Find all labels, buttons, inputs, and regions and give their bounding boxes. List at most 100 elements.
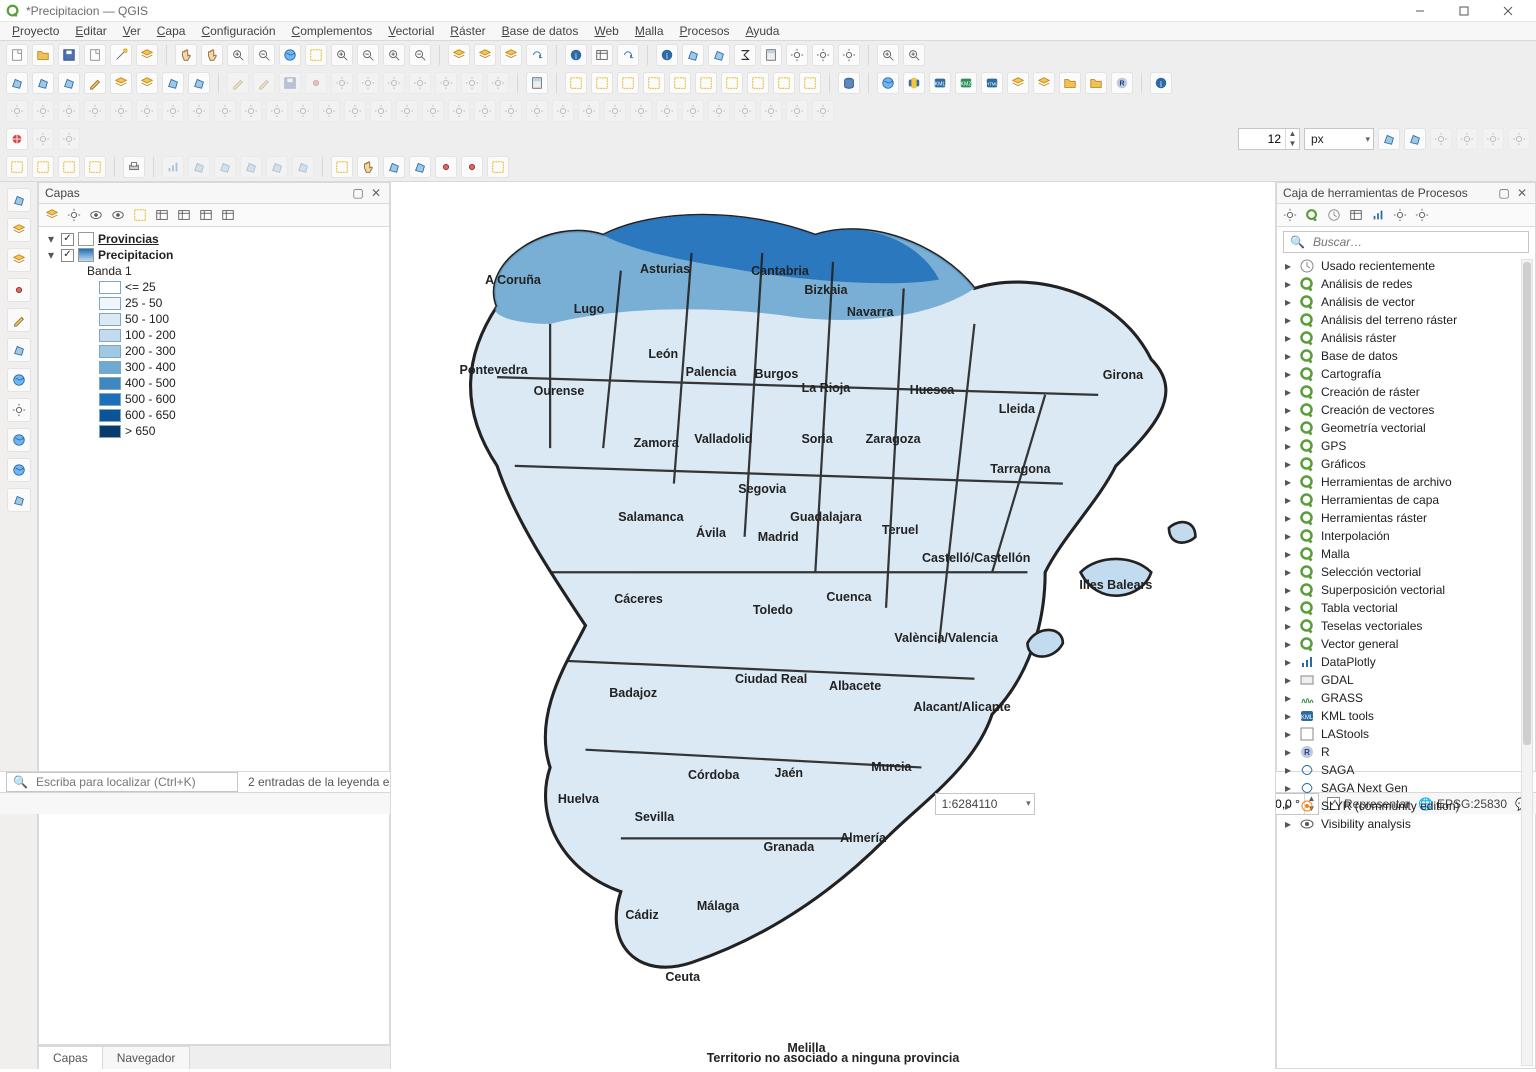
tb2-label-3[interactable] [643, 72, 665, 94]
tb2-data-0[interactable] [6, 72, 28, 94]
tb2-label-7[interactable] [747, 72, 769, 94]
processing-item-malla[interactable]: ▸Malla [1281, 545, 1535, 563]
tb5-print[interactable] [123, 156, 145, 178]
processing-panel-header[interactable]: Caja de herramientas de Procesos ▢ ✕ [1277, 183, 1535, 204]
menu-proyecto[interactable]: Proyecto [4, 22, 67, 40]
tb1-nav-2[interactable] [227, 44, 249, 66]
processing-item-creaci-n-de-vectores[interactable]: ▸Creación de vectores [1281, 401, 1535, 419]
tb1-meas-3[interactable] [734, 44, 756, 66]
expand-icon[interactable]: ▸ [1283, 709, 1293, 723]
tb2-plugin-6[interactable] [1033, 72, 1055, 94]
processing-item-herramientas-de-capa[interactable]: ▸Herramientas de capa [1281, 491, 1535, 509]
tb2-label-5[interactable] [695, 72, 717, 94]
tb1-info-2[interactable] [617, 44, 639, 66]
layer-visibility-checkbox[interactable] [61, 233, 74, 246]
tb1-nav-6[interactable] [331, 44, 353, 66]
panel-undock-icon[interactable]: ▢ [351, 186, 365, 200]
menu-vectorial[interactable]: Vectorial [380, 22, 442, 40]
tb1-nav-3[interactable] [253, 44, 275, 66]
layer-visibility-checkbox[interactable] [61, 249, 74, 262]
tb2-plugin-3[interactable]: KMZ [955, 72, 977, 94]
processing-item-dataplotly[interactable]: ▸DataPlotly [1281, 653, 1535, 671]
tb1-nav-7[interactable] [357, 44, 379, 66]
tb1-view-0[interactable] [448, 44, 470, 66]
processing-item-an-lisis-r-ster[interactable]: ▸Análisis ráster [1281, 329, 1535, 347]
processing-item-an-lisis-de-vector[interactable]: ▸Análisis de vector [1281, 293, 1535, 311]
processing-item-usado-recientemente[interactable]: ▸Usado recientemente [1281, 257, 1535, 275]
vstrip-btn-6[interactable] [7, 368, 31, 392]
panel-undock-icon[interactable]: ▢ [1497, 186, 1511, 200]
tb2-data-6[interactable] [162, 72, 184, 94]
tb1-project-4[interactable] [110, 44, 132, 66]
tb2-calc-0[interactable] [526, 72, 548, 94]
vstrip-btn-4[interactable] [7, 308, 31, 332]
expand-icon[interactable]: ▸ [1283, 475, 1293, 489]
tb2-label-8[interactable] [773, 72, 795, 94]
tb1-extra-1[interactable] [903, 44, 925, 66]
tb4-right-1[interactable] [1404, 128, 1426, 150]
layers-mini-6[interactable] [175, 206, 193, 224]
processing-item-tabla-vectorial[interactable]: ▸Tabla vectorial [1281, 599, 1535, 617]
vstrip-btn-1[interactable] [7, 218, 31, 242]
tb5-ann-2[interactable] [383, 156, 405, 178]
tb1-meas-1[interactable] [682, 44, 704, 66]
expand-icon[interactable]: ▸ [1283, 583, 1293, 597]
expand-icon[interactable]: ▸ [1283, 745, 1293, 759]
processing-item-slyr-community-edition-[interactable]: ▸SLYR (community edition) [1281, 797, 1535, 815]
tb2-label-9[interactable] [799, 72, 821, 94]
proc-mini-1[interactable] [1303, 206, 1321, 224]
tb5-ann-5[interactable] [461, 156, 483, 178]
processing-item-an-lisis-de-redes[interactable]: ▸Análisis de redes [1281, 275, 1535, 293]
proc-mini-2[interactable] [1325, 206, 1343, 224]
tb2-plugin-1[interactable] [903, 72, 925, 94]
collapse-icon[interactable]: ▾ [45, 232, 57, 246]
tb2-label-1[interactable] [591, 72, 613, 94]
tb1-nav-9[interactable] [409, 44, 431, 66]
layers-mini-0[interactable] [43, 206, 61, 224]
expand-icon[interactable]: ▸ [1283, 331, 1293, 345]
layer-row-provincias[interactable]: ▾ Provincias [45, 231, 383, 247]
panel-close-icon[interactable]: ✕ [369, 186, 383, 200]
panel-close-icon[interactable]: ✕ [1515, 186, 1529, 200]
tb5-ann-0[interactable] [331, 156, 353, 178]
processing-item-gps[interactable]: ▸GPS [1281, 437, 1535, 455]
processing-item-vector-general[interactable]: ▸Vector general [1281, 635, 1535, 653]
tb1-nav-1[interactable] [201, 44, 223, 66]
tb2-data-5[interactable] [136, 72, 158, 94]
scale-combo[interactable]: 1:6284110 [935, 793, 1035, 815]
layers-mini-2[interactable] [87, 206, 105, 224]
expand-icon[interactable]: ▸ [1283, 601, 1293, 615]
tb5-sel-1[interactable] [32, 156, 54, 178]
tb2-data-7[interactable] [188, 72, 210, 94]
snap-unit-combo[interactable]: px [1304, 128, 1374, 150]
expand-icon[interactable]: ▸ [1283, 277, 1293, 291]
layers-mini-4[interactable] [131, 206, 149, 224]
tb2-plugin-0[interactable] [877, 72, 899, 94]
tb1-project-2[interactable] [58, 44, 80, 66]
tb4-snap[interactable] [6, 128, 28, 150]
tb5-sel-3[interactable] [84, 156, 106, 178]
expand-icon[interactable]: ▸ [1283, 295, 1293, 309]
expand-icon[interactable]: ▸ [1283, 547, 1293, 561]
layers-mini-5[interactable] [153, 206, 171, 224]
processing-item-r[interactable]: ▸RR [1281, 743, 1535, 761]
processing-item-gr-ficos[interactable]: ▸Gráficos [1281, 455, 1535, 473]
processing-item-kml-tools[interactable]: ▸KMLKML tools [1281, 707, 1535, 725]
tb1-view-1[interactable] [474, 44, 496, 66]
menu-base-de-datos[interactable]: Base de datos [494, 22, 587, 40]
layers-mini-8[interactable] [219, 206, 237, 224]
vstrip-btn-2[interactable] [7, 248, 31, 272]
expand-icon[interactable]: ▸ [1283, 727, 1293, 741]
expand-icon[interactable]: ▸ [1283, 421, 1293, 435]
tb4-right-0[interactable] [1378, 128, 1400, 150]
processing-tree[interactable]: ▸Usado recientemente▸Análisis de redes▸A… [1277, 257, 1535, 1068]
locator-input[interactable] [34, 774, 231, 790]
tb2-label-0[interactable] [565, 72, 587, 94]
tb2-help[interactable]: i [1150, 72, 1172, 94]
tb1-nav-8[interactable] [383, 44, 405, 66]
tb2-label-2[interactable] [617, 72, 639, 94]
map-canvas[interactable]: Territorio no asociado a ninguna provinc… [390, 182, 1276, 1069]
menu-ayuda[interactable]: Ayuda [738, 22, 788, 40]
tb2-data-2[interactable] [58, 72, 80, 94]
tb2-plugin-8[interactable] [1085, 72, 1107, 94]
